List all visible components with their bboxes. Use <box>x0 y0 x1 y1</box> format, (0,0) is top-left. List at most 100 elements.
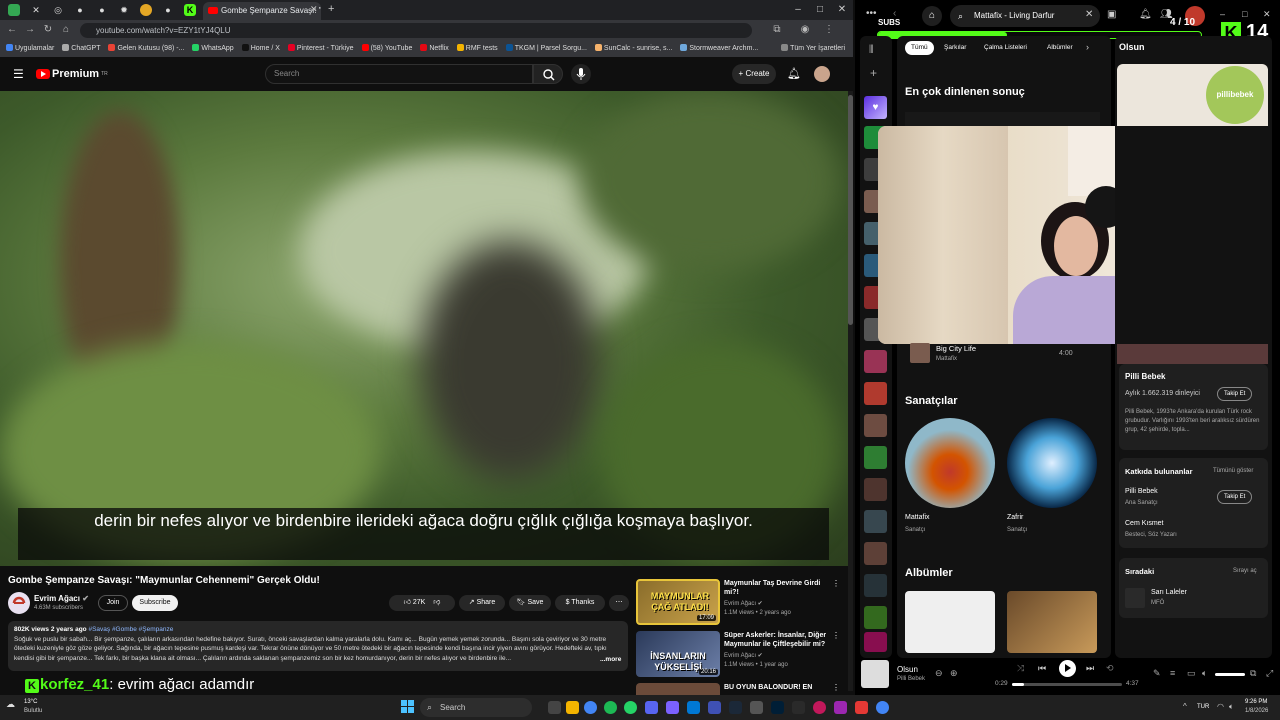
player-track-title[interactable]: Olsun <box>897 665 918 674</box>
bookmark-item[interactable]: RMF tests <box>456 41 498 57</box>
follow-button[interactable]: Takip Et <box>1217 490 1253 504</box>
connect-device-icon[interactable]: ▭ <box>1187 668 1196 679</box>
hashtags[interactable]: #Savaş #Gombe #Şempanze <box>88 626 173 633</box>
chatgpt-tab-icon[interactable]: ◎ <box>52 4 64 16</box>
fullscreen-icon[interactable]: ⤢ <box>1266 668 1273 679</box>
album-cover[interactable] <box>1007 591 1097 653</box>
like-button[interactable]: 👍︎ 27K <box>404 599 426 606</box>
more-actions-button[interactable]: ⋯ <box>609 595 629 611</box>
new-tab-icon[interactable]: + <box>328 3 334 15</box>
clear-search-icon[interactable]: ✕ <box>1085 9 1093 20</box>
chip-songs[interactable]: Şarkılar <box>938 41 972 55</box>
play-button[interactable] <box>1059 660 1076 677</box>
volume-icon[interactable]: 🔈︎ <box>1202 668 1207 679</box>
wifi-icon[interactable]: ◠ <box>1217 702 1224 711</box>
browse-icon[interactable]: ▣ <box>1107 9 1116 20</box>
album-cover[interactable] <box>905 591 995 653</box>
credit-name[interactable]: Cem Kısmet <box>1125 520 1164 527</box>
save-button[interactable]: 🔖︎ Save <box>509 595 551 611</box>
library-item[interactable] <box>864 632 887 652</box>
thanks-button[interactable]: $ Thanks <box>555 595 605 611</box>
notifications-bell-icon[interactable]: 🔔︎ <box>787 67 801 80</box>
library-item[interactable] <box>864 478 887 501</box>
scrollbar-thumb[interactable] <box>848 95 853 325</box>
queue-song-title[interactable]: Sarı Laleler <box>1151 589 1187 596</box>
weather-desc[interactable]: Bulutlu <box>24 708 42 714</box>
channel-name[interactable]: Evrim Ağacı ✔ <box>34 594 89 603</box>
minimize-icon[interactable]: – <box>787 0 809 20</box>
song-title[interactable]: Big City Life <box>936 344 976 353</box>
join-button[interactable]: Join <box>98 595 128 611</box>
top-result-card[interactable] <box>905 112 1100 126</box>
bookmark-item[interactable]: Netflix <box>420 41 449 57</box>
liked-songs-item[interactable]: ♥ <box>864 96 887 119</box>
file-explorer-icon[interactable] <box>566 701 579 714</box>
library-icon[interactable]: ⫴ <box>869 44 874 57</box>
chip-all[interactable]: Tümü <box>905 41 934 55</box>
forward-icon[interactable]: → <box>23 24 37 35</box>
windows-start-icon[interactable] <box>401 700 414 713</box>
chip-playlists[interactable]: Çalma Listeleri <box>978 41 1033 55</box>
settings-tab-icon[interactable]: ✹ <box>118 4 130 16</box>
library-item[interactable] <box>864 606 887 629</box>
queue-song-artist[interactable]: MFÖ <box>1151 600 1164 606</box>
now-playing-cover[interactable] <box>861 660 889 688</box>
video-thumbnail[interactable]: İNSANLARIN YÜKSELİŞİ 20:16 <box>636 631 720 677</box>
home-icon[interactable]: ⌂ <box>922 6 942 26</box>
credit-name[interactable]: Pilli Bebek <box>1125 488 1158 495</box>
close-tab-icon[interactable]: ✕ <box>310 4 318 15</box>
bookmark-item[interactable]: Pinterest - Türkiye <box>287 41 354 57</box>
hamburger-menu-icon[interactable]: ☰ <box>13 67 24 81</box>
previous-icon[interactable]: ⏮︎ <box>1038 663 1046 674</box>
about-artist-name[interactable]: Pilli Bebek <box>1125 372 1165 381</box>
volume-slider[interactable] <box>1215 673 1245 676</box>
github-tab-icon[interactable]: ● <box>74 4 86 16</box>
tray-overflow-icon[interactable]: ^ <box>1183 702 1187 711</box>
close-window-icon[interactable]: ✕ <box>1263 9 1271 20</box>
library-item[interactable] <box>864 382 887 405</box>
address-bar[interactable]: youtube.com/watch?v=EZY1tYJ4QLU <box>80 23 752 38</box>
app-taskbar-icon[interactable] <box>666 701 679 714</box>
discord-taskbar-icon[interactable] <box>645 701 658 714</box>
whatsapp-taskbar-icon[interactable] <box>624 701 637 714</box>
queue-icon[interactable]: ≡ <box>1170 668 1175 678</box>
voice-search-button[interactable] <box>571 64 591 84</box>
speaker-icon[interactable]: 🔈︎ <box>1229 702 1234 712</box>
create-button[interactable]: + Create <box>732 64 776 84</box>
x-tab-icon[interactable]: ✕ <box>30 4 42 16</box>
spotify-taskbar-icon[interactable] <box>604 701 617 714</box>
library-item[interactable] <box>864 414 887 437</box>
task-view-icon[interactable] <box>548 701 561 714</box>
bookmark-item[interactable]: ChatGPT <box>62 41 100 57</box>
artist-name[interactable]: Zafrir <box>1007 514 1023 521</box>
chevron-right-icon[interactable]: › <box>1086 42 1089 52</box>
dislike-button[interactable]: 👎︎ <box>433 599 440 606</box>
library-item[interactable] <box>864 574 887 597</box>
app-tab-icon[interactable] <box>140 4 152 16</box>
chrome-icon[interactable] <box>584 701 597 714</box>
show-more-link[interactable]: ...more <box>598 656 622 663</box>
edge-taskbar-icon[interactable] <box>687 701 700 714</box>
app-taskbar-icon[interactable] <box>792 701 805 714</box>
player-track-artist[interactable]: Pilli Bebek <box>897 676 925 682</box>
song-cover[interactable] <box>910 343 930 363</box>
subscribe-button[interactable]: Subscribe <box>132 595 178 611</box>
app-taskbar-icon[interactable] <box>708 701 721 714</box>
shuffle-icon[interactable]: ⤨ <box>1017 663 1024 674</box>
input-language[interactable]: TUR <box>1197 704 1209 710</box>
github-tab-icon-2[interactable]: ● <box>96 4 108 16</box>
open-queue-link[interactable]: Sırayı aç <box>1233 568 1257 574</box>
back-icon[interactable]: ← <box>5 24 19 35</box>
notifications-bell-icon[interactable]: 🔔︎ <box>1139 9 1152 20</box>
bookmark-item[interactable]: (58) YouTube <box>361 41 412 57</box>
more-vertical-icon[interactable]: ⋮ <box>832 631 840 640</box>
bookmark-item[interactable]: Home / X <box>241 41 280 57</box>
remove-icon[interactable]: ⊖ <box>935 668 943 679</box>
profile-icon[interactable]: ◉ <box>798 24 812 35</box>
lyrics-icon[interactable]: ✎ <box>1153 668 1161 679</box>
sheets-tab-icon[interactable] <box>8 4 20 16</box>
clock-date[interactable]: 1/8/2026 <box>1245 708 1268 714</box>
menu-dots-icon[interactable]: ⋮ <box>822 24 836 35</box>
steam-taskbar-icon[interactable] <box>729 701 742 714</box>
video-description[interactable]: 802K views 2 years ago #Savaş #Gombe #Şe… <box>8 621 628 671</box>
